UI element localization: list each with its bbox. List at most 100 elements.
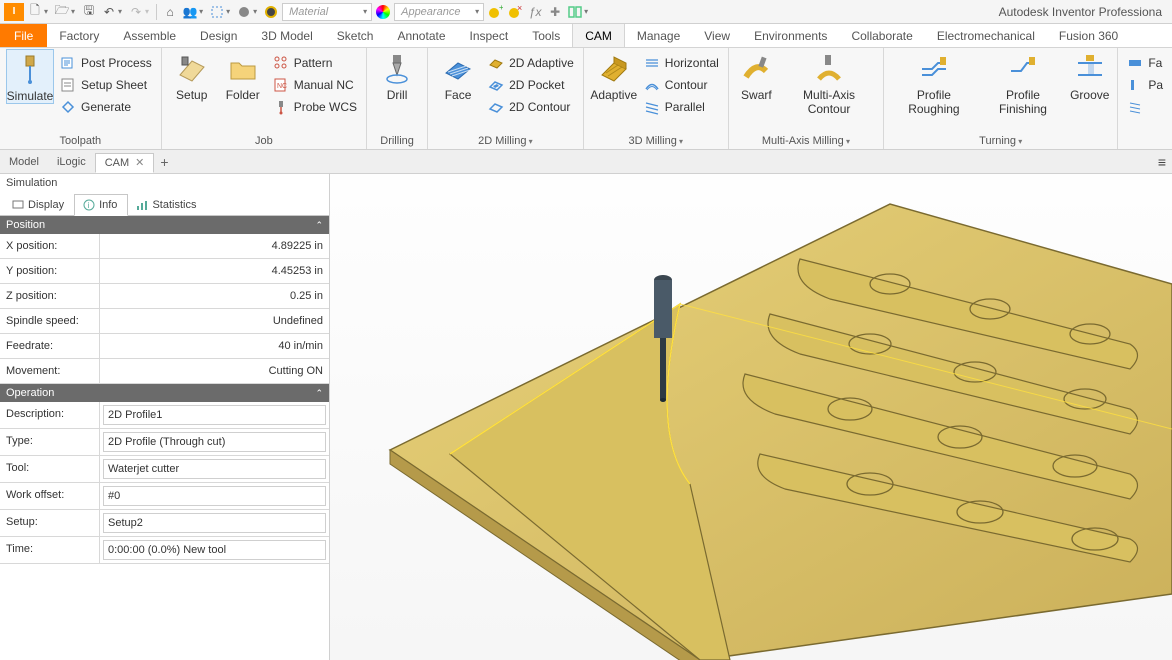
material-swatch-icon[interactable]	[235, 3, 253, 21]
collapse-icon[interactable]: ⌃	[315, 220, 323, 231]
profile-finishing-button[interactable]: Profile Finishing	[981, 49, 1066, 116]
svg-text:+: +	[499, 4, 503, 12]
tab-fusion360[interactable]: Fusion 360	[1047, 24, 1130, 47]
panel-tab-info[interactable]: iInfo	[74, 194, 128, 216]
add-tab-button[interactable]: +	[154, 154, 174, 170]
z-position-row: Z position:0.25 in	[0, 284, 329, 309]
open-icon[interactable]: 🗁	[53, 3, 71, 21]
drill-icon	[381, 53, 413, 85]
tab-annotate[interactable]: Annotate	[385, 24, 457, 47]
2d-pocket-icon	[488, 77, 504, 93]
tab-inspect[interactable]: Inspect	[458, 24, 521, 47]
svg-text:×: ×	[517, 4, 522, 13]
tab-3dmodel[interactable]: 3D Model	[249, 24, 324, 47]
tab-sketch[interactable]: Sketch	[325, 24, 386, 47]
app-title: Autodesk Inventor Professiona	[999, 5, 1168, 19]
2d-pocket-button[interactable]: 2D Pocket	[485, 75, 577, 95]
ribbon: Simulate Post Process Setup Sheet Genera…	[0, 48, 1172, 150]
hamburger-icon[interactable]: ≡	[1158, 154, 1166, 170]
generate-button[interactable]: Generate	[57, 97, 155, 117]
document-tabs: Model iLogic CAM✕ + ≡	[0, 150, 1172, 174]
select-icon[interactable]	[208, 3, 226, 21]
tab-view[interactable]: View	[692, 24, 742, 47]
swarf-button[interactable]: Swarf	[735, 49, 778, 102]
appearance-ball-icon[interactable]	[374, 3, 392, 21]
drill-button[interactable]: Drill	[373, 49, 421, 102]
tab-collaborate[interactable]: Collaborate	[839, 24, 924, 47]
new-icon[interactable]: 🗋	[26, 3, 44, 21]
3d-viewport[interactable]	[330, 174, 1172, 660]
extras-face-button[interactable]: Fa	[1124, 53, 1166, 73]
face-button[interactable]: Face	[434, 49, 482, 102]
folder-button[interactable]: Folder	[219, 49, 267, 102]
workoffset-row: Work offset:#0	[0, 483, 329, 510]
groove-icon	[1074, 53, 1106, 85]
tab-tools[interactable]: Tools	[520, 24, 572, 47]
doc-tab-cam[interactable]: CAM✕	[95, 153, 155, 173]
home-icon[interactable]: ⌂	[161, 3, 179, 21]
manualnc-button[interactable]: NCManual NC	[270, 75, 360, 95]
ribbon-group-turning: Profile Roughing Profile Finishing Groov…	[884, 48, 1118, 149]
fx-icon[interactable]: ƒx	[526, 3, 544, 21]
tab-manage[interactable]: Manage	[625, 24, 692, 47]
position-header[interactable]: Position⌃	[0, 216, 329, 234]
doc-tab-model[interactable]: Model	[0, 152, 48, 172]
movement-row: Movement:Cutting ON	[0, 359, 329, 384]
adaptive-button[interactable]: Adaptive	[590, 49, 638, 102]
extras-thread-button[interactable]	[1124, 97, 1166, 117]
x-position-row: X position:4.89225 in	[0, 234, 329, 259]
multiaxis-contour-button[interactable]: Multi-Axis Contour	[781, 49, 877, 116]
2d-adaptive-icon	[488, 55, 504, 71]
layout-icon[interactable]	[566, 3, 584, 21]
setup-row: Setup:Setup2	[0, 510, 329, 537]
3d-contour-button[interactable]: Contour	[641, 75, 722, 95]
main-tabs: File Factory Assemble Design 3D Model Sk…	[0, 24, 1172, 48]
groove-button[interactable]: Groove	[1068, 49, 1111, 102]
setupsheet-icon	[60, 77, 76, 93]
multiaxis-contour-icon	[813, 53, 845, 85]
setupsheet-button[interactable]: Setup Sheet	[57, 75, 155, 95]
plus-icon[interactable]: ✚	[546, 3, 564, 21]
collapse-icon[interactable]: ⌃	[315, 388, 323, 399]
material-combo[interactable]: Material	[282, 3, 372, 21]
2d-adaptive-button[interactable]: 2D Adaptive	[485, 53, 577, 73]
description-row: Description:2D Profile1	[0, 402, 329, 429]
horizontal-button[interactable]: Horizontal	[641, 53, 722, 73]
app-logo: I	[4, 3, 24, 21]
profile-roughing-button[interactable]: Profile Roughing	[890, 49, 978, 116]
tab-cam[interactable]: CAM	[572, 24, 625, 47]
redo-icon[interactable]: ↷	[127, 3, 145, 21]
close-icon[interactable]: ✕	[135, 156, 144, 169]
appearance-editor-icon[interactable]	[262, 3, 280, 21]
undo-icon[interactable]: ↶	[100, 3, 118, 21]
simulate-button[interactable]: Simulate	[6, 49, 54, 104]
svg-text:NC: NC	[277, 83, 287, 90]
statistics-icon	[136, 199, 148, 211]
operation-header[interactable]: Operation⌃	[0, 384, 329, 402]
2d-contour-button[interactable]: 2D Contour	[485, 97, 577, 117]
postprocess-button[interactable]: Post Process	[57, 53, 155, 73]
tab-assemble[interactable]: Assemble	[111, 24, 188, 47]
pattern-button[interactable]: Pattern	[270, 53, 360, 73]
2d-contour-icon	[488, 99, 504, 115]
profile-roughing-icon	[918, 53, 950, 85]
file-tab[interactable]: File	[0, 24, 47, 47]
extras-part-button[interactable]: Pa	[1124, 75, 1166, 95]
panel-tab-display[interactable]: Display	[4, 195, 74, 215]
save-icon[interactable]: 🖫	[80, 3, 98, 21]
setup-button[interactable]: Setup	[168, 49, 216, 102]
tool-row: Tool:Waterjet cutter	[0, 456, 329, 483]
parallel-button[interactable]: Parallel	[641, 97, 722, 117]
tab-factory[interactable]: Factory	[47, 24, 111, 47]
appearance-add-icon[interactable]: +	[486, 3, 504, 21]
panel-tab-statistics[interactable]: Statistics	[128, 195, 206, 215]
appearance-combo[interactable]: Appearance	[394, 3, 484, 21]
tab-environments[interactable]: Environments	[742, 24, 839, 47]
teams-icon[interactable]: 👥	[181, 3, 199, 21]
profile-finishing-icon	[1007, 53, 1039, 85]
appearance-remove-icon[interactable]: ×	[506, 3, 524, 21]
tab-electromechanical[interactable]: Electromechanical	[925, 24, 1047, 47]
doc-tab-ilogic[interactable]: iLogic	[48, 152, 95, 172]
tab-design[interactable]: Design	[188, 24, 249, 47]
probewcs-button[interactable]: Probe WCS	[270, 97, 360, 117]
